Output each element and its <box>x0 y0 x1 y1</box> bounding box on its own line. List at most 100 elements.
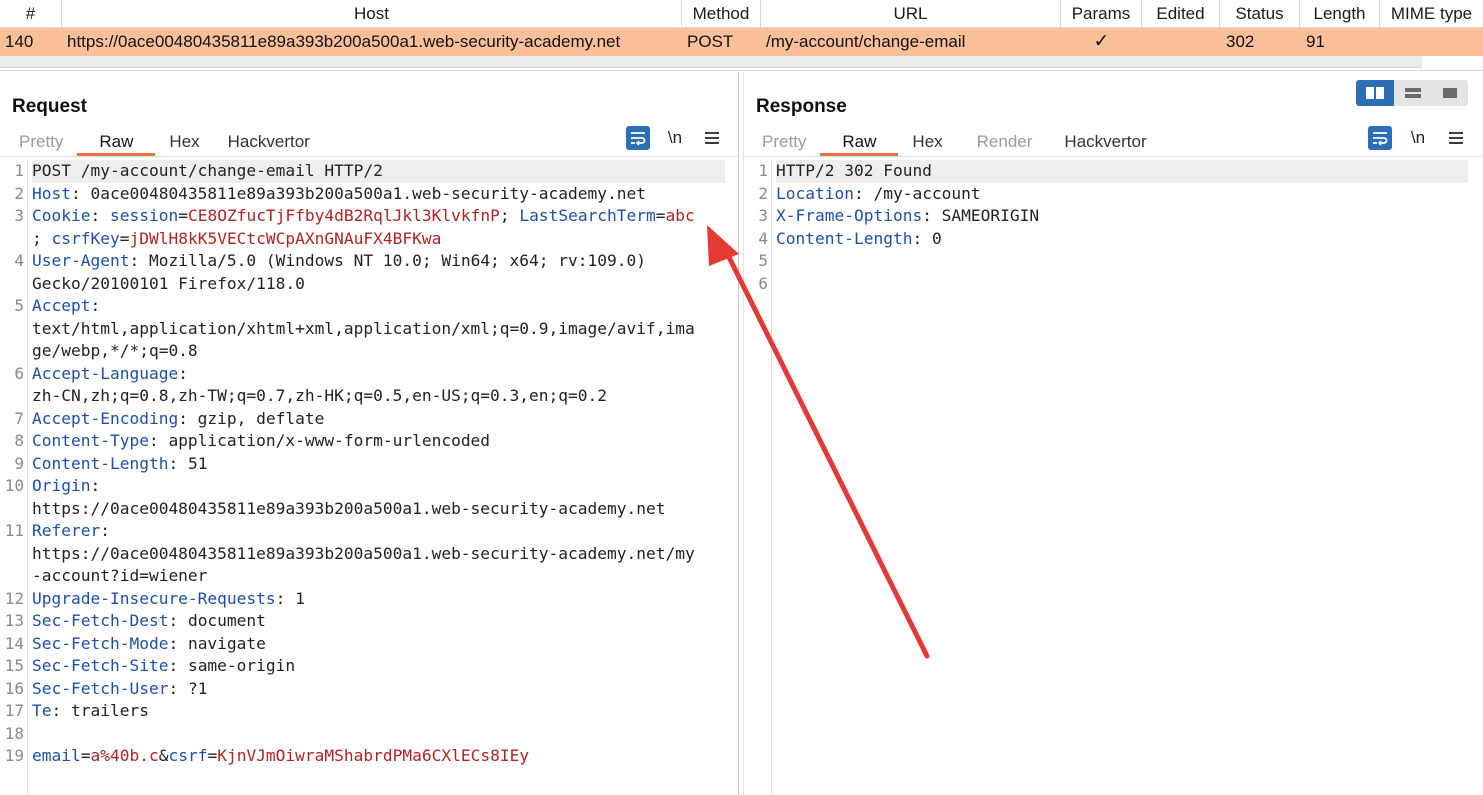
col-header-length[interactable]: Length <box>1300 0 1380 28</box>
line-number: 8 <box>14 431 24 450</box>
request-title: Request <box>12 96 87 117</box>
param-value: KjnVJmOiwraMShabrdPMa6CXlECs8IEy <box>217 746 530 765</box>
header-name: Accept <box>32 296 91 315</box>
response-editor[interactable]: 1 2 3 4 5 6 HTTP/2 302 Found Location: /… <box>744 160 1483 795</box>
request-line: Sec-Fetch-User: ?1 <box>32 678 207 701</box>
response-panel: Response Pretty Raw Hex Render Hackverto… <box>744 72 1483 795</box>
table-row[interactable]: 140 https://0ace00480435811e89a393b200a5… <box>0 28 1483 56</box>
col-header-edited[interactable]: Edited <box>1142 0 1220 28</box>
table-header: # Host Method URL Params Edited Status L… <box>0 0 1483 28</box>
cell-number: 140 <box>5 32 34 51</box>
header-value: : navigate <box>168 633 266 653</box>
line-number: 4 <box>758 228 768 248</box>
sep: : <box>90 476 101 495</box>
line-number: 1 <box>758 161 768 180</box>
cookie-value: jDWlH8kK5VECtcWCpAXnGNAuFX4BFKwa <box>129 228 442 248</box>
col-header-host[interactable]: Host <box>62 0 682 28</box>
word-wrap-icon[interactable] <box>1368 126 1392 150</box>
side-by-side-layout-icon[interactable] <box>1356 80 1394 106</box>
hamburger-menu-icon[interactable] <box>1444 126 1468 150</box>
param-name: csrf <box>168 746 208 765</box>
tab-pretty[interactable]: Pretty <box>11 128 77 156</box>
request-line: Cookie: session=CE8OZfucTjFfby4dB2RqlJkl… <box>32 205 695 228</box>
newline-icon[interactable]: \n <box>1406 126 1430 150</box>
newline-icon[interactable]: \n <box>663 126 687 150</box>
response-title: Response <box>756 96 847 117</box>
header-name: Referer <box>32 521 101 540</box>
header-value: : gzip, deflate <box>178 408 325 428</box>
header-value: : 1 <box>275 588 305 608</box>
tab-hackvertor[interactable]: Hackvertor <box>214 128 324 156</box>
header-name: Sec-Fetch-Site <box>32 656 169 675</box>
sep: ; <box>499 206 520 225</box>
request-line: ge/webp,*/*;q=0.8 <box>32 341 198 360</box>
param-value: a%40b.c <box>90 746 159 765</box>
tab-raw[interactable]: Raw <box>77 128 156 156</box>
line-number: 15 <box>4 656 24 675</box>
request-line: Referer: <box>32 520 110 543</box>
sep: : <box>100 521 110 540</box>
cell-host: https://0ace00480435811e89a393b200a500a1… <box>67 32 621 51</box>
single-panel-layout-icon[interactable] <box>1431 80 1468 106</box>
request-line: -account?id=wiener <box>32 566 208 585</box>
tab-render[interactable]: Render <box>957 128 1051 156</box>
header-name: Origin <box>32 476 91 495</box>
col-header-status[interactable]: Status <box>1220 0 1300 28</box>
word-wrap-icon[interactable] <box>626 126 650 150</box>
cell-length: 91 <box>1306 32 1325 51</box>
col-header-params[interactable]: Params <box>1061 0 1142 28</box>
header-name: Accept-Language <box>32 363 179 383</box>
tab-raw[interactable]: Raw <box>820 128 899 156</box>
tab-hex[interactable]: Hex <box>898 128 956 156</box>
col-header-method[interactable]: Method <box>682 0 761 28</box>
request-editor[interactable]: 1 2 3 4 5 6 7 8 9 10 11 12 13 14 15 16 1… <box>0 160 738 795</box>
header-name: Content-Type <box>32 431 149 450</box>
line-number-gutter: 1 2 3 4 5 6 7 8 9 10 11 12 13 14 15 16 1… <box>0 160 28 795</box>
request-line: ; csrfKey=jDWlH8kK5VECtcWCpAXnGNAuFX4BFK… <box>32 228 441 251</box>
request-line: POST /my-account/change-email HTTP/2 <box>32 160 725 183</box>
line-number: 3 <box>758 206 768 225</box>
line-number: 9 <box>14 453 24 473</box>
request-line: Accept-Language: <box>32 363 188 386</box>
line-number: 4 <box>14 251 24 270</box>
stacked-layout-icon[interactable] <box>1394 80 1431 106</box>
line-number: 5 <box>14 296 24 315</box>
tab-divider <box>744 156 1483 157</box>
request-tabs: Pretty Raw Hex Hackvertor <box>11 128 324 156</box>
request-line: Origin: <box>32 475 100 498</box>
hamburger-menu-icon[interactable] <box>700 126 724 150</box>
col-header-mime-type[interactable]: MIME type <box>1380 0 1483 28</box>
cell-status: 302 <box>1226 32 1255 51</box>
horizontal-scrollbar[interactable] <box>0 56 1422 68</box>
line-number: 13 <box>4 611 24 630</box>
sep: : <box>90 296 101 315</box>
status-line: HTTP/2 302 Found <box>776 160 1468 183</box>
line-number: 2 <box>14 183 24 203</box>
line-number: 7 <box>14 408 24 428</box>
tab-hackvertor[interactable]: Hackvertor <box>1050 128 1160 156</box>
request-line: User-Agent: Mozilla/5.0 (Windows NT 10.0… <box>32 250 646 273</box>
sep: ; <box>32 228 52 248</box>
line-number: 5 <box>758 251 768 270</box>
header-value: : 0 <box>912 228 942 248</box>
tab-hex[interactable]: Hex <box>155 128 213 156</box>
header-value: : trailers <box>51 701 149 720</box>
header-value: : 0ace00480435811e89a393b200a500a1.web-s… <box>70 183 646 203</box>
tab-pretty[interactable]: Pretty <box>754 128 820 156</box>
col-header-url[interactable]: URL <box>761 0 1061 28</box>
sep: : <box>178 363 188 383</box>
col-header-number[interactable]: # <box>0 0 62 28</box>
line-number: 18 <box>4 723 24 743</box>
request-panel: Request Pretty Raw Hex Hackvertor \n 1 2… <box>0 72 738 795</box>
header-name: User-Agent <box>32 251 130 270</box>
header-value: : same-origin <box>168 656 296 675</box>
cell-mime-type <box>1380 28 1483 56</box>
request-line: Te: trailers <box>32 700 149 723</box>
response-line: Content-Length: 0 <box>776 228 942 251</box>
header-name: Accept-Encoding <box>32 408 179 428</box>
pane-separator[interactable] <box>0 70 1483 71</box>
header-name: Location <box>776 183 854 203</box>
header-value: : /my-account <box>853 183 981 203</box>
header-name: Sec-Fetch-User <box>32 678 169 698</box>
request-line: Accept: <box>32 295 100 318</box>
